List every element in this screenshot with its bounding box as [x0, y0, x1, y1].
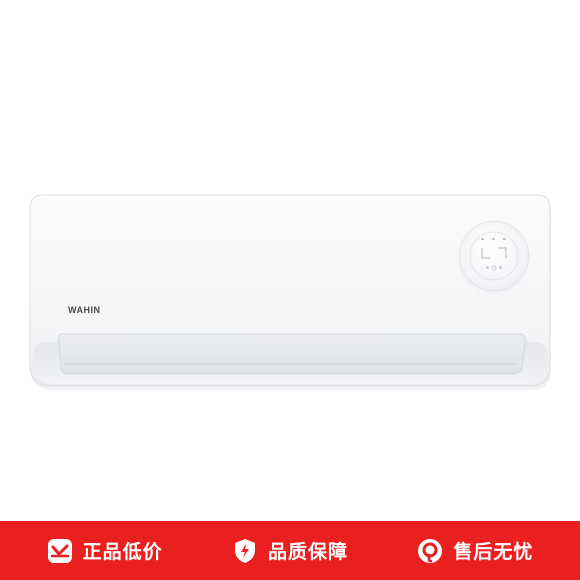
promo-label: 售后无忧 — [453, 541, 534, 563]
display-panel — [460, 222, 528, 290]
promo-item-after-sales[interactable]: 售后无忧 — [417, 537, 533, 564]
price-tag-icon — [47, 538, 73, 564]
promo-bar: 正品低价 品质保障 售后无忧 — [0, 521, 580, 580]
promo-item-low-price[interactable]: 正品低价 — [47, 537, 163, 564]
product-image-area: WAHIN — [0, 0, 580, 521]
promo-label: 品质保障 — [267, 541, 348, 563]
promo-item-quality[interactable]: 品质保障 — [232, 537, 348, 564]
service-headset-icon — [417, 538, 443, 564]
display-indicator-icon — [469, 231, 519, 281]
promo-label: 正品低价 — [82, 541, 163, 563]
shield-bolt-icon — [232, 538, 258, 564]
brand-logo: WAHIN — [68, 305, 101, 315]
